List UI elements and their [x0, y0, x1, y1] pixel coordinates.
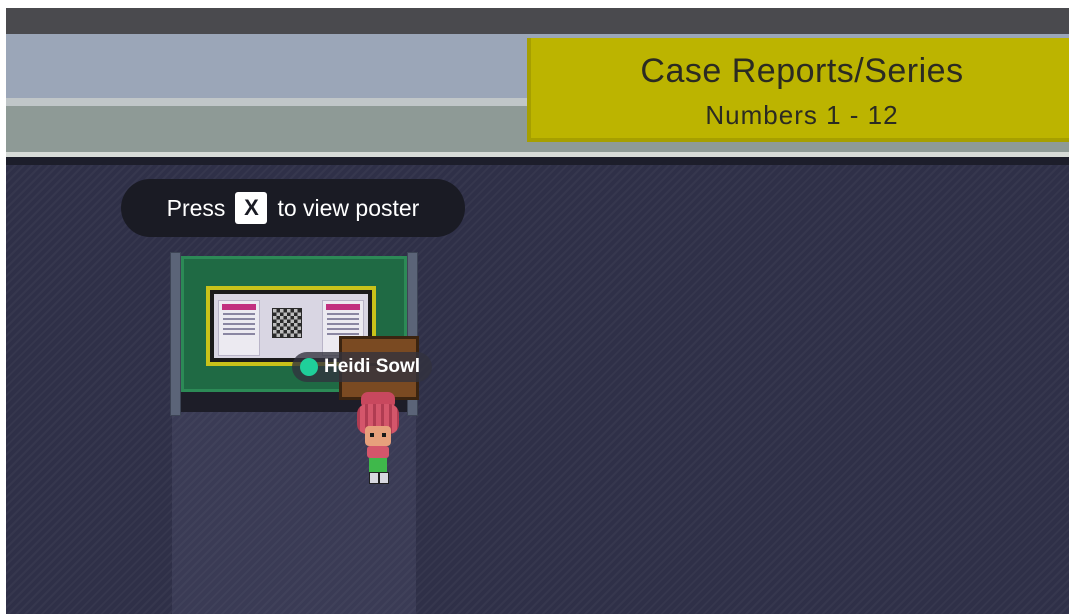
poster-qr-icon: [272, 308, 302, 338]
section-sign: Case Reports/Series Numbers 1 - 12: [527, 38, 1069, 142]
player-name: Heidi Sowl: [324, 356, 421, 377]
avatar-shoe-left: [369, 472, 379, 484]
section-sign-title: Case Reports/Series: [640, 52, 964, 90]
avatar-face: [365, 426, 391, 446]
interaction-prompt: Press X to view poster: [121, 179, 465, 237]
player-avatar[interactable]: [355, 392, 401, 488]
poster-column-left: [218, 300, 260, 356]
wall-shadow: [6, 157, 1069, 165]
player-nametag[interactable]: Heidi Sowl: [292, 352, 433, 382]
key-x-icon: X: [235, 192, 268, 224]
prompt-text-before: Press: [166, 194, 226, 221]
prompt-text-after: to view poster: [277, 194, 420, 221]
avatar-shoe-right: [379, 472, 389, 484]
avatar-pants: [369, 458, 387, 472]
avatar-shirt: [367, 446, 389, 458]
online-status-icon: [300, 358, 318, 376]
board-post-left: [170, 252, 181, 416]
game-viewport[interactable]: Case Reports/Series Numbers 1 - 12 Heidi…: [6, 8, 1069, 614]
ceiling-strip: [6, 8, 1069, 34]
section-sign-subtitle: Numbers 1 - 12: [705, 100, 899, 130]
